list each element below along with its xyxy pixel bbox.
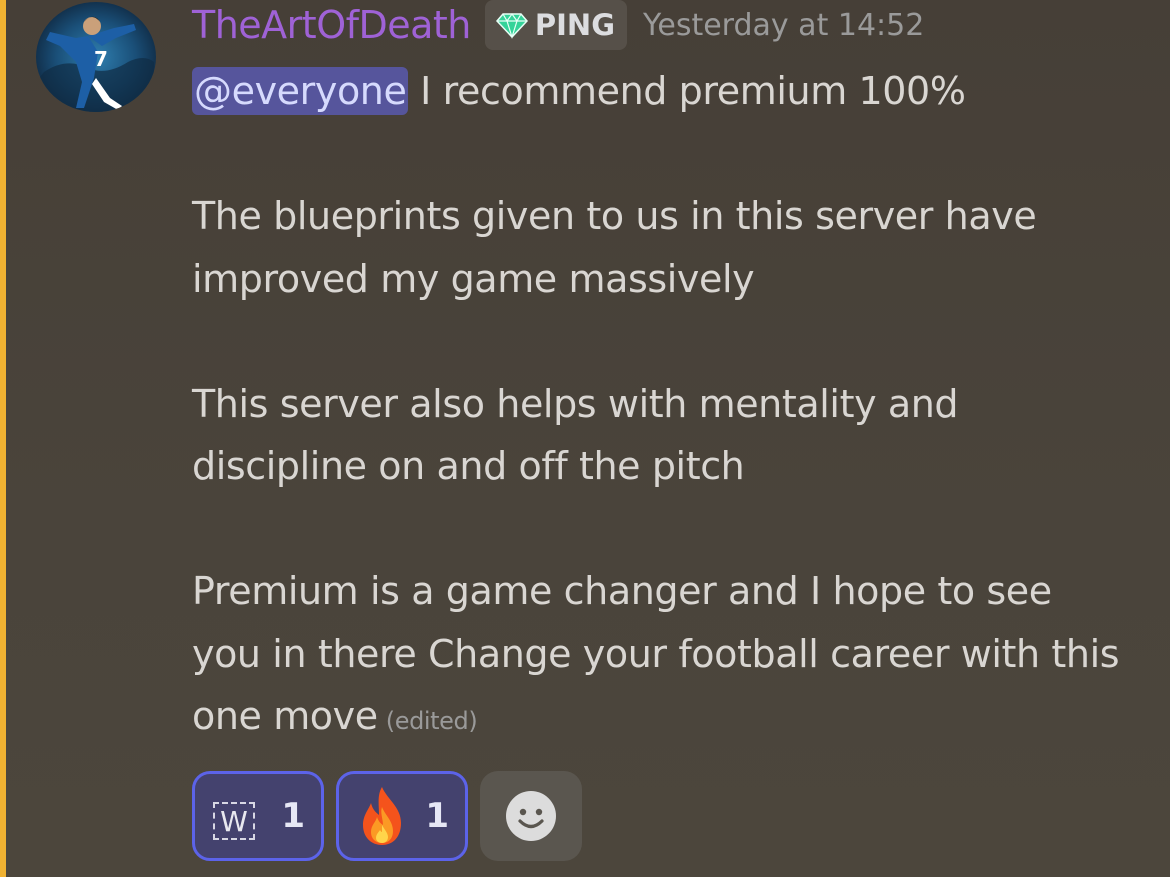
reactions-bar: W 1 1 xyxy=(192,771,582,861)
message-first-line: @everyone I recommend premium 100% xyxy=(192,60,1132,123)
message-timestamp[interactable]: Yesterday at 14:52 xyxy=(643,8,924,43)
avatar[interactable]: 7 xyxy=(36,2,156,112)
reaction-w[interactable]: W 1 xyxy=(192,771,324,861)
reaction-count: 1 xyxy=(425,796,449,836)
message-content: @everyone I recommend premium 100% The b… xyxy=(192,60,1132,753)
reaction-fire[interactable]: 1 xyxy=(336,771,468,861)
author-username[interactable]: TheArtOfDeath xyxy=(192,3,471,47)
avatar-image: 7 xyxy=(36,2,156,112)
w-letter-emoji-icon: W xyxy=(213,802,255,840)
edited-label: (edited) xyxy=(385,707,478,735)
message-paragraph: The blueprints given to us in this serve… xyxy=(192,194,1037,301)
message-paragraph-last: Premium is a game changer and I hope to … xyxy=(192,560,1132,753)
message-paragraph-text: Premium is a game changer and I hope to … xyxy=(192,569,1120,738)
message-paragraph: This server also helps with mentality an… xyxy=(192,381,959,489)
role-label: PING xyxy=(534,8,616,42)
smiley-face-icon xyxy=(506,791,556,841)
gem-icon xyxy=(495,12,528,39)
svg-text:7: 7 xyxy=(94,47,108,71)
role-tag[interactable]: PING xyxy=(484,0,628,50)
message-line1-text: I recommend premium 100% xyxy=(420,69,966,113)
mention-highlight-bar xyxy=(0,0,6,877)
everyone-mention[interactable]: @everyone xyxy=(192,67,409,115)
add-reaction-button[interactable] xyxy=(480,771,582,861)
reaction-count: 1 xyxy=(281,796,305,836)
message-header: TheArtOfDeath PING Yesterday at 14:52 xyxy=(192,0,924,50)
fire-emoji-icon xyxy=(363,787,401,845)
